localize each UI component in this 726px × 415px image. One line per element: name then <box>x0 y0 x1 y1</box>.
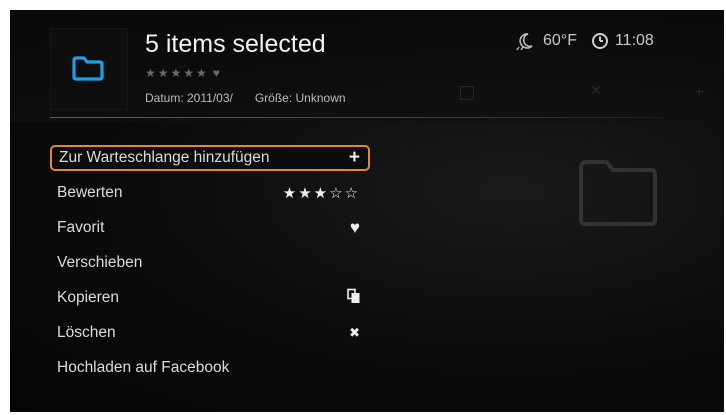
star-rating-control[interactable]: ★★★☆☆ <box>283 184 360 202</box>
clock-widget: 11:08 <box>591 32 654 50</box>
clock-icon <box>591 32 609 50</box>
header-divider <box>50 117 662 118</box>
time-text: 11:08 <box>614 32 654 49</box>
menu-item-rate[interactable]: Bewerten ★★★☆☆ <box>50 180 370 206</box>
background-folder-icon <box>579 160 657 226</box>
menu-item-upload-facebook[interactable]: Hochladen auf Facebook <box>50 355 370 381</box>
menu-item-label: Löschen <box>57 324 116 341</box>
selection-thumbnail <box>50 28 128 110</box>
menu-item-add-to-queue[interactable]: Zur Warteschlange hinzufügen + <box>50 145 370 171</box>
heart-icon: ♥ <box>212 66 220 80</box>
heart-icon: ♥ <box>349 218 360 237</box>
media-player-screen: ✕ + 60°F 11:08 5 items selected ★★★★★ ♥ … <box>10 10 724 412</box>
menu-item-favorite[interactable]: Favorit ♥ <box>50 215 370 241</box>
menu-item-label: Favorit <box>57 219 105 236</box>
temperature-text: 60°F <box>543 32 577 49</box>
menu-item-label: Bewerten <box>57 184 123 201</box>
menu-item-label: Verschieben <box>57 254 143 271</box>
date-text: Datum: 2011/03/ <box>145 91 233 105</box>
background-toolbar-ghost: ✕ + <box>390 82 710 106</box>
menu-item-move[interactable]: Verschieben <box>50 250 370 276</box>
menu-item-label: Zur Warteschlange hinzufügen <box>59 149 270 166</box>
page-title: 5 items selected <box>145 30 326 58</box>
item-metadata: Datum: 2011/03/Größe: Unknown <box>145 91 346 105</box>
size-text: Größe: Unknown <box>254 91 346 105</box>
weather-widget: 60°F <box>515 31 577 51</box>
menu-item-delete[interactable]: Löschen ✖ <box>50 320 370 346</box>
menu-item-label: Hochladen auf Facebook <box>57 359 230 376</box>
plus-icon: + <box>348 147 360 168</box>
options-menu: Zur Warteschlange hinzufügen + Bewerten … <box>50 145 370 390</box>
copy-icon <box>347 288 360 308</box>
status-bar: 60°F 11:08 <box>515 26 668 56</box>
menu-item-copy[interactable]: Kopieren <box>50 285 370 311</box>
delete-icon: ✖ <box>349 325 360 340</box>
menu-item-label: Kopieren <box>57 289 120 306</box>
rating-stars: ★★★★★ <box>145 66 209 80</box>
weather-icon <box>515 31 537 51</box>
folder-icon <box>72 56 104 81</box>
header-rating: ★★★★★ ♥ <box>145 66 220 80</box>
